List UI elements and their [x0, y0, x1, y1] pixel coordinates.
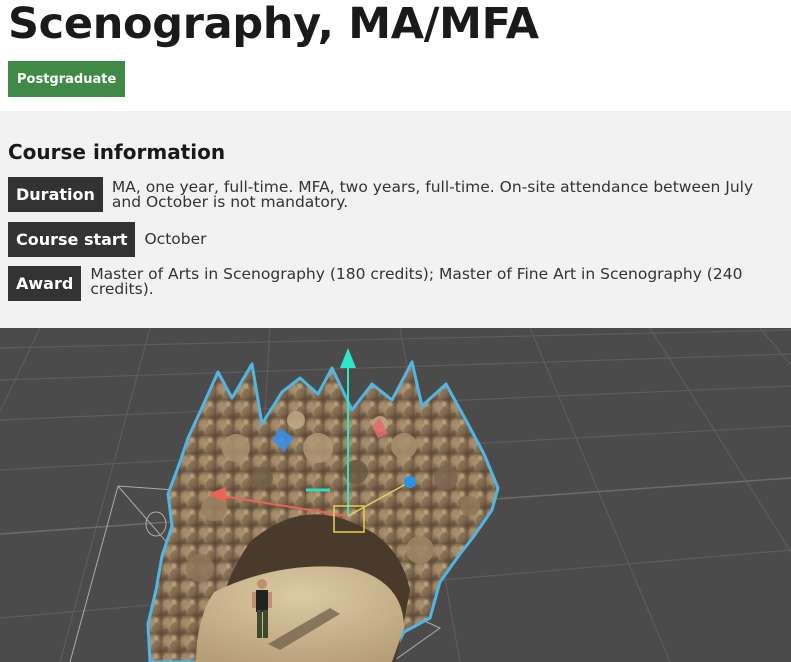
hero-image: [0, 328, 791, 662]
course-start-label: Course start: [8, 222, 136, 257]
course-start-value: October: [144, 230, 207, 248]
gizmo-z-handle: [404, 476, 416, 488]
course-start-row: Course start October: [8, 222, 777, 257]
postgraduate-badge[interactable]: Postgraduate: [8, 61, 126, 97]
course-information-heading: Course information: [8, 140, 226, 164]
hero-image-illustration: [0, 328, 791, 662]
duration-row: Duration MA, one year, full-time. MFA, t…: [8, 177, 777, 212]
award-label: Award: [8, 266, 82, 301]
course-page: Scenography, MA/MFA Postgraduate Course …: [0, 0, 791, 662]
duration-label: Duration: [8, 177, 103, 212]
award-row: Award Master of Arts in Scenography (180…: [8, 266, 777, 301]
page-title: Scenography, MA/MFA: [8, 0, 539, 49]
award-value: Master of Arts in Scenography (180 credi…: [90, 265, 743, 298]
duration-value: MA, one year, full-time. MFA, two years,…: [111, 178, 754, 211]
course-information-panel: Course information Duration MA, one year…: [0, 111, 791, 328]
